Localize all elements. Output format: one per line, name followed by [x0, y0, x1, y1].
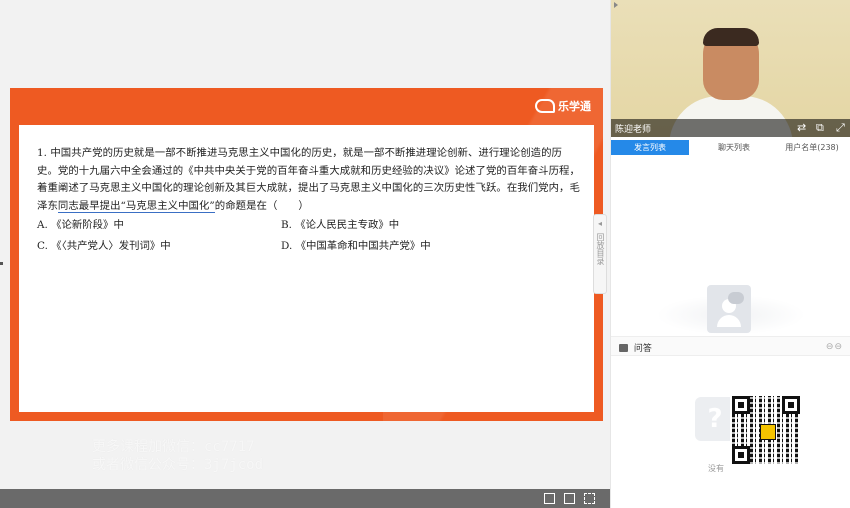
- qa-title: 问答: [633, 344, 652, 354]
- option-a: A. 《论新阶段》中: [37, 219, 124, 232]
- chat-bubble-icon: [728, 292, 744, 304]
- option-c: C. 《〈共产党人〉发刊词》中: [37, 239, 171, 252]
- app-root: 乐学通 1. 中国共产党的历史就是一部不断推进马克思主义中国化的历史，就是一部不…: [0, 0, 850, 508]
- empty-user-icon: [707, 285, 751, 333]
- qr-badge-icon: [760, 424, 776, 440]
- teacher-video: 陈迎老师 ⇄ ⧉ ⤢: [611, 0, 850, 137]
- replay-catalog-tab[interactable]: ◂ 回放目录: [593, 214, 607, 294]
- question-mark-icon: ?: [695, 397, 735, 441]
- option-b: B. 《论人民民主专政》中: [281, 219, 400, 232]
- slide-content: 1. 中国共产党的历史就是一部不断推进马克思主义中国化的历史，就是一部不断推进理…: [19, 125, 594, 412]
- expand-icon[interactable]: ⤢: [836, 122, 845, 134]
- option-d: D. 《中国革命和中国共产党》中: [281, 239, 431, 252]
- brand-name: 乐学通: [558, 100, 591, 113]
- answer-options: A. 《论新阶段》中 B. 《论人民民主专政》中 C. 《〈共产党人〉发刊词》中…: [37, 217, 582, 255]
- question-text-part: 的命题是在（ ）: [214, 199, 309, 212]
- brand-logo: 乐学通: [535, 97, 591, 115]
- qr-finder: [732, 446, 750, 464]
- teacher-hair: [703, 28, 759, 46]
- question-underlined-phrase: 同志最早提出“马克思主义中国化”: [57, 199, 215, 213]
- watermark-line: 或者微信公众号：3j7jcod: [92, 457, 264, 473]
- player-toolbar: [0, 489, 610, 508]
- qa-header: 问答 ⊖⊖: [611, 336, 850, 356]
- tab-chat-list[interactable]: 聊天列表: [695, 140, 773, 155]
- side-panel: 陈迎老师 ⇄ ⧉ ⤢ 发言列表 聊天列表 用户名单(238) 问答 ⊖⊖ ? 没…: [610, 0, 850, 508]
- qr-finder: [782, 396, 800, 414]
- teacher-name: 陈迎老师: [615, 125, 652, 135]
- tab-speaker-list[interactable]: 发言列表: [611, 140, 689, 155]
- play-indicator-icon: [614, 2, 618, 8]
- qa-icon: [619, 344, 628, 352]
- watermark: 更多课程加微信：cc7717 或者微信公众号：3j7jcod: [92, 438, 263, 474]
- logo-icon: [535, 99, 555, 113]
- switch-icon[interactable]: ⇄: [797, 122, 806, 134]
- panel-tabs: 发言列表 聊天列表 用户名单(238): [611, 140, 850, 155]
- edge-marker: [0, 262, 3, 265]
- watermark-line: 更多课程加微信：cc7717: [92, 439, 255, 455]
- expand-icon[interactable]: [584, 493, 595, 504]
- qr-code: [730, 394, 802, 466]
- popout-icon[interactable]: ⧉: [816, 122, 824, 134]
- fit-screen-icon[interactable]: [544, 493, 555, 504]
- tab-user-list[interactable]: 用户名单(238): [773, 140, 850, 155]
- collapse-arrow-icon: ◂: [597, 219, 602, 228]
- courseware-stage: 乐学通 1. 中国共产党的历史就是一部不断推进马克思主义中国化的历史，就是一部不…: [0, 0, 610, 508]
- qa-empty-text: 没有: [708, 464, 724, 473]
- qa-collapse-icon[interactable]: ⊖⊖: [826, 342, 843, 352]
- video-caption-bar: 陈迎老师 ⇄ ⧉ ⤢: [611, 119, 850, 137]
- replay-catalog-label: 回放目录: [596, 233, 605, 265]
- fullscreen-icon[interactable]: [564, 493, 575, 504]
- qr-finder: [732, 396, 750, 414]
- chat-area: [611, 155, 850, 335]
- slide-frame: 乐学通 1. 中国共产党的历史就是一部不断推进马克思主义中国化的历史，就是一部不…: [10, 88, 603, 421]
- question-text: 1. 中国共产党的历史就是一部不断推进马克思主义中国化的历史，就是一部不断推进理…: [37, 145, 582, 215]
